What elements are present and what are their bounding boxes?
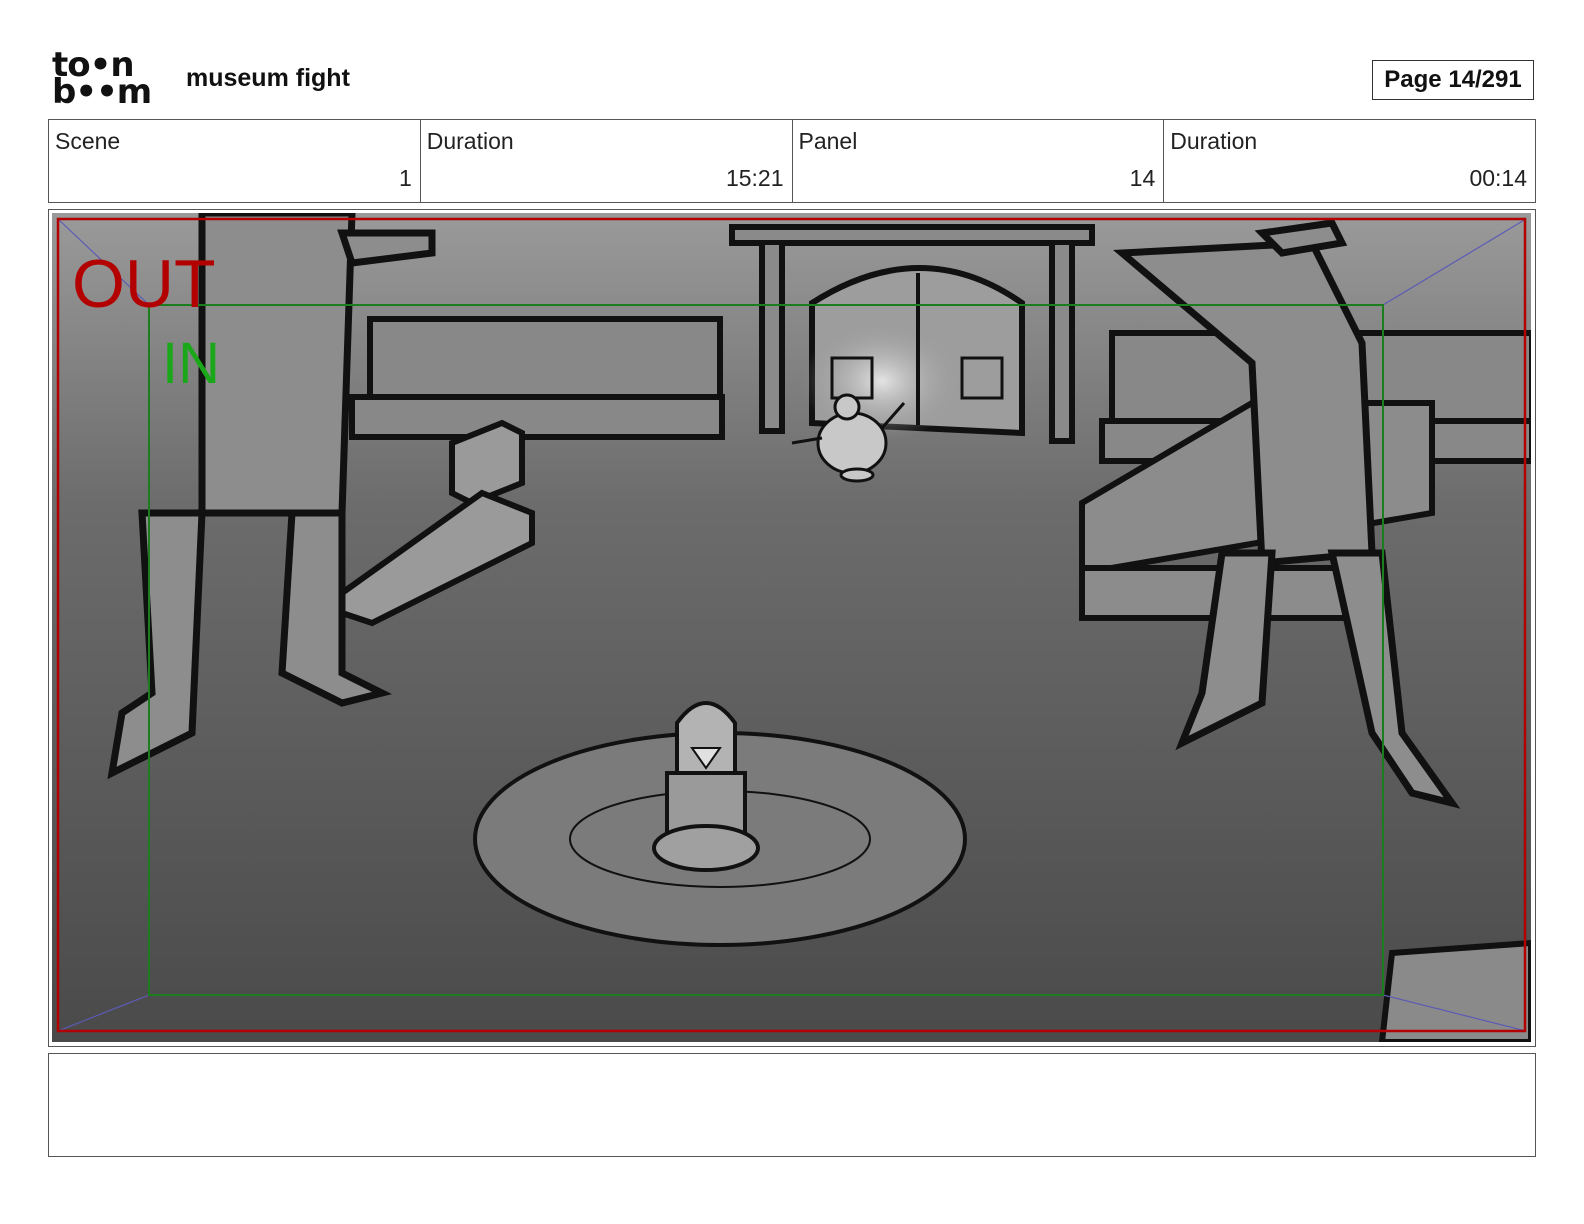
project-title: museum fight bbox=[186, 64, 350, 92]
storyboard-panel: OUT IN bbox=[48, 209, 1536, 1047]
scene-duration-cell: Duration 15:21 bbox=[421, 120, 793, 202]
panel-value: 14 bbox=[1129, 165, 1156, 191]
scene-duration-value: 15:21 bbox=[725, 165, 784, 191]
wall-bench-left bbox=[349, 316, 725, 440]
panel-info-table: Scene 1 Duration 15:21 Panel 14 Duration… bbox=[48, 119, 1536, 203]
panel-duration-cell: Duration 00:14 bbox=[1164, 120, 1535, 202]
page-number-box: Page 14/291 bbox=[1372, 60, 1534, 100]
scene-cell: Scene 1 bbox=[49, 120, 421, 202]
in-label: IN bbox=[162, 331, 220, 396]
panel-drawing: OUT IN bbox=[52, 213, 1531, 1042]
panel-duration-value: 00:14 bbox=[1469, 165, 1527, 191]
scene-duration-label: Duration bbox=[426, 128, 514, 154]
logo-line-2: b••m bbox=[52, 72, 152, 112]
out-label: OUT bbox=[72, 246, 216, 322]
panel-notes-box bbox=[48, 1053, 1536, 1157]
page-number: Page 14/291 bbox=[1384, 66, 1522, 93]
toonboom-logo: to•n b••m bbox=[52, 48, 164, 112]
scene-label: Scene bbox=[55, 128, 121, 154]
panel-label: Panel bbox=[798, 128, 858, 154]
scene-value: 1 bbox=[398, 165, 412, 191]
panel-duration-label: Duration bbox=[1170, 128, 1258, 154]
panel-cell: Panel 14 bbox=[793, 120, 1165, 202]
